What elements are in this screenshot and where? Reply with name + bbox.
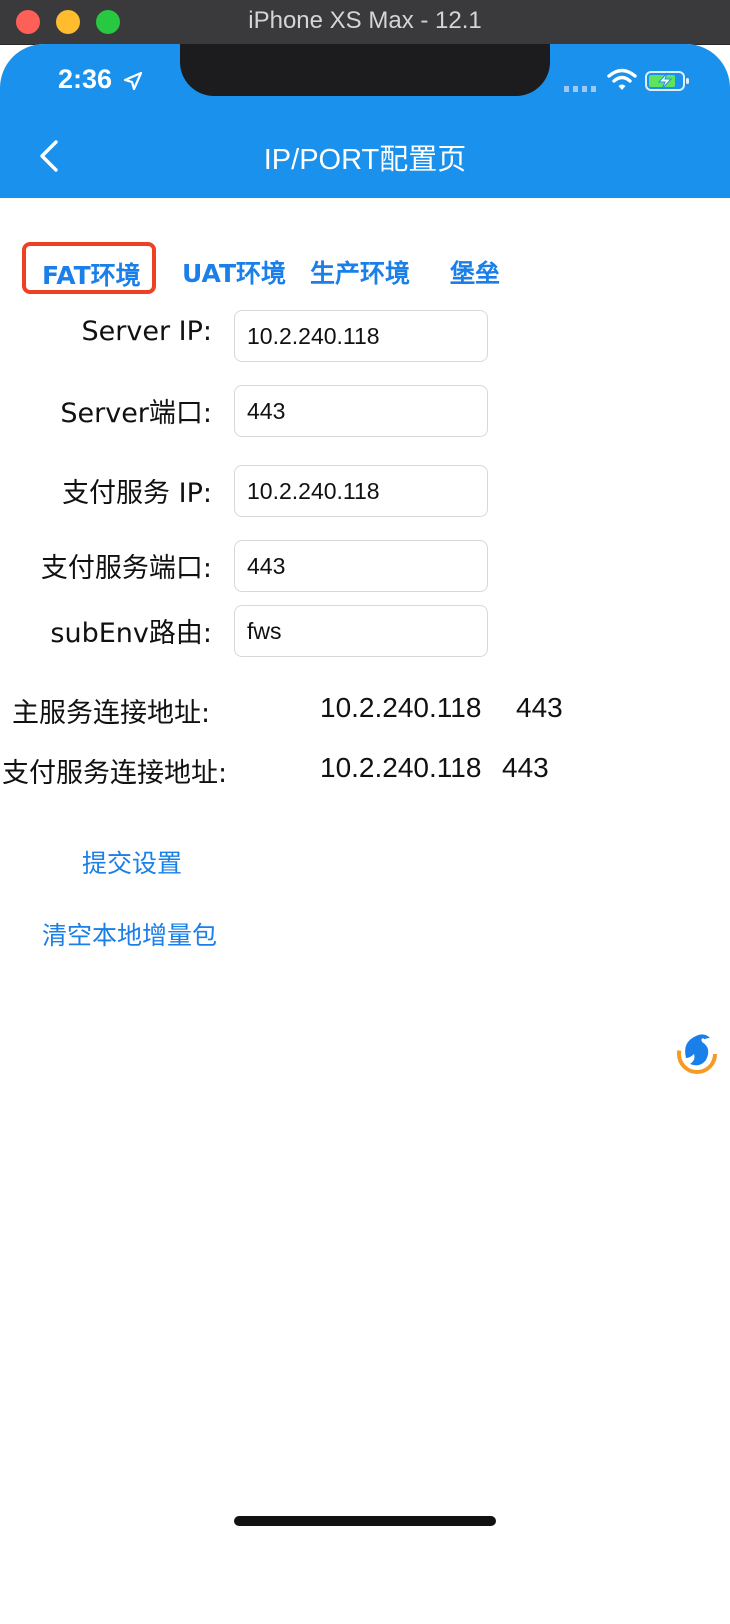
pay-ip-input[interactable] xyxy=(234,465,488,517)
device-notch xyxy=(180,44,550,96)
pay-connection-label: 支付服务连接地址: xyxy=(2,758,228,789)
pay-connection-ip: 10.2.240.118 xyxy=(320,752,482,783)
home-indicator xyxy=(234,1516,496,1526)
pay-connection-port: 443 xyxy=(502,752,549,783)
pay-ip-label: 支付服务 IP: xyxy=(62,478,212,509)
tab-fat-env[interactable]: FAT环境 xyxy=(22,242,156,294)
main-connection-label: 主服务连接地址: xyxy=(12,698,211,729)
submit-settings-button[interactable]: 提交设置 xyxy=(82,844,182,880)
server-port-label: Server端口: xyxy=(60,398,212,429)
navigation-bar: 2:36 IP/PORT配置页 xyxy=(0,44,730,198)
tab-bastion-env[interactable]: 堡垒 xyxy=(450,254,500,290)
clear-local-packages-button[interactable]: 清空本地增量包 xyxy=(42,916,217,952)
battery-charging-icon xyxy=(645,71,689,91)
server-ip-label: Server IP: xyxy=(81,316,212,347)
server-port-input[interactable] xyxy=(234,385,488,437)
main-connection-ip: 10.2.240.118 xyxy=(320,692,482,723)
dolphin-logo-icon[interactable] xyxy=(676,1028,718,1076)
tab-fat-env-label: FAT环境 xyxy=(42,261,141,290)
page-title: IP/PORT配置页 xyxy=(263,144,467,176)
server-ip-input[interactable] xyxy=(234,310,488,362)
tab-prod-env[interactable]: 生产环境 xyxy=(310,254,410,290)
window-title: iPhone XS Max - 12.1 xyxy=(248,7,482,34)
status-time: 2:36 xyxy=(58,64,113,94)
phone-screen: 2:36 IP/PORT配置页 FAT环境 UAT环境 生产环境 堡垒 Serv… xyxy=(0,44,730,1624)
tab-uat-env[interactable]: UAT环境 xyxy=(182,254,286,290)
wifi-icon xyxy=(607,68,637,90)
subenv-label: subEnv路由: xyxy=(50,618,212,649)
cellular-signal-icon xyxy=(564,86,596,92)
simulator-titlebar: iPhone XS Max - 12.1 xyxy=(0,0,730,45)
location-arrow-icon xyxy=(123,71,143,91)
pay-port-input[interactable] xyxy=(234,540,488,592)
subenv-input[interactable] xyxy=(234,605,488,657)
main-connection-port: 443 xyxy=(516,692,563,723)
pay-port-label: 支付服务端口: xyxy=(40,553,212,584)
